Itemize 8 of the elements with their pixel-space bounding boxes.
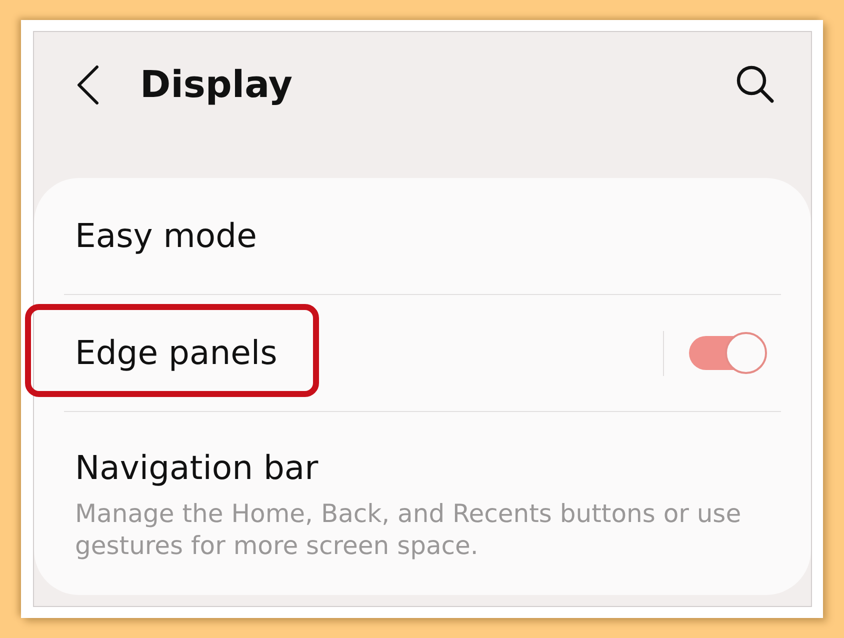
- setting-title[interactable]: Navigation bar: [75, 448, 318, 488]
- setting-title[interactable]: Edge panels: [75, 333, 278, 373]
- search-icon[interactable]: [736, 65, 774, 103]
- back-icon[interactable]: [75, 65, 101, 105]
- setting-description: Manage the Home, Back, and Recents buttons or use gestures for more screen space.: [75, 498, 742, 562]
- toggle-switch[interactable]: [689, 332, 767, 374]
- page-title: Display: [140, 63, 293, 107]
- setting-title[interactable]: Easy mode: [75, 216, 257, 256]
